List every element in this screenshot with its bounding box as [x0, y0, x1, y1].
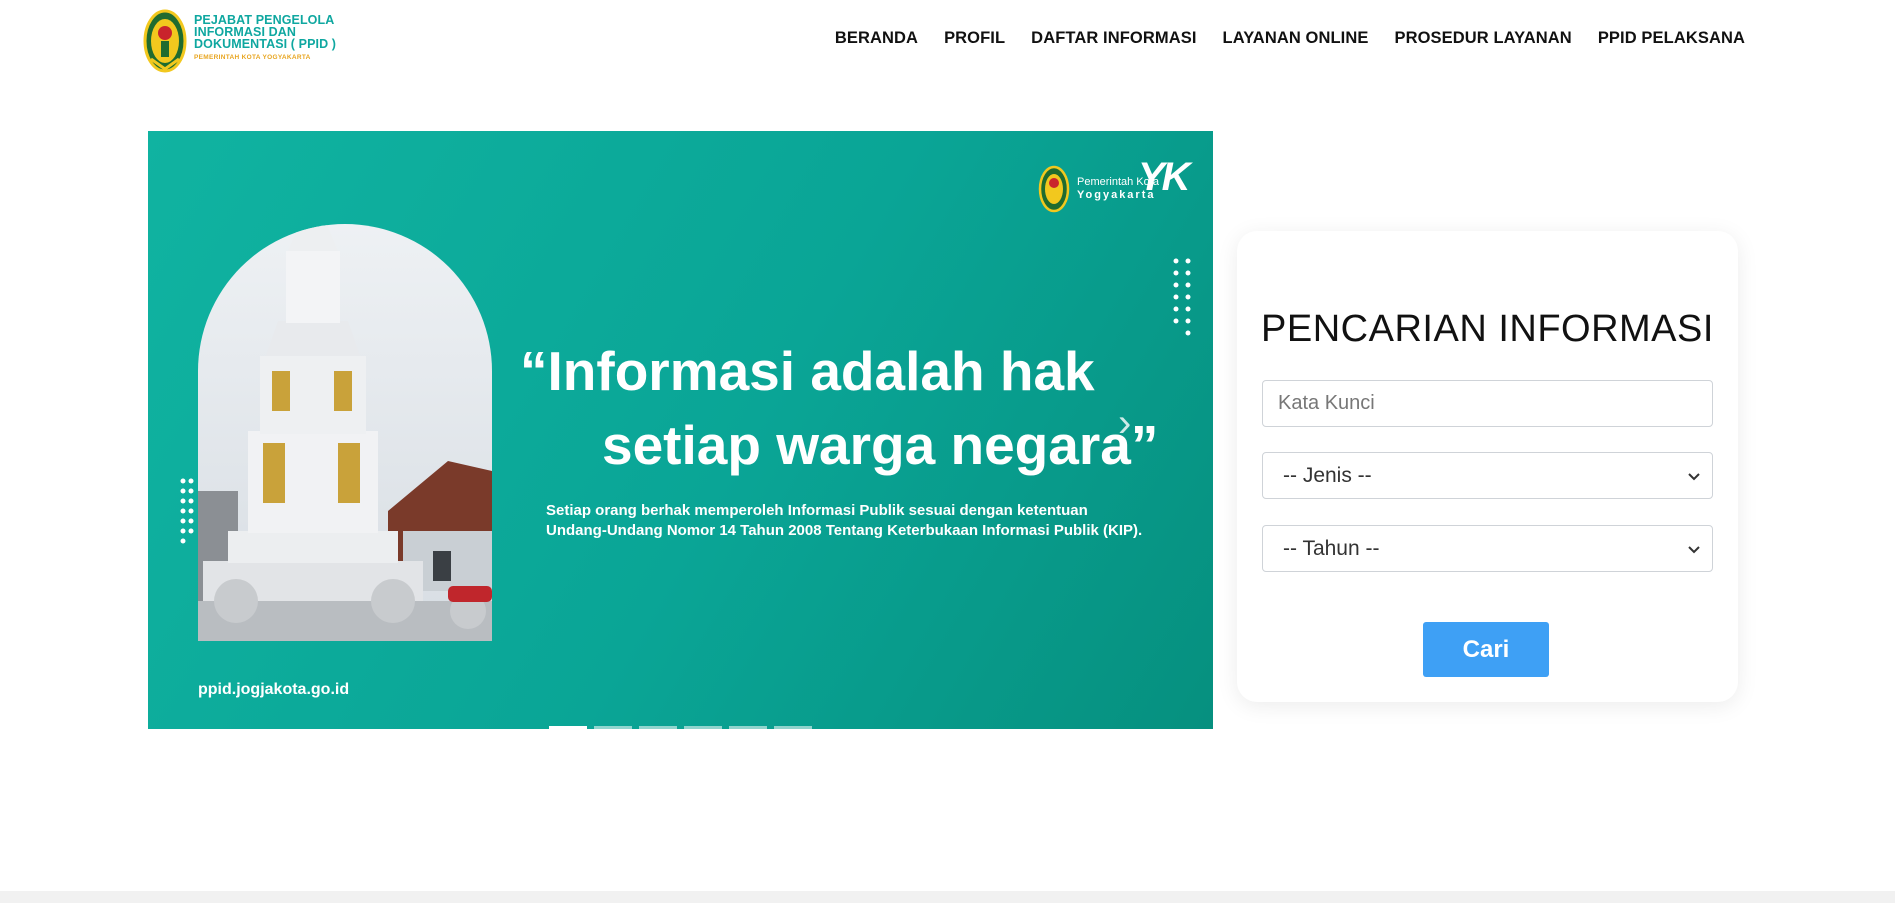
slider-indicator-4[interactable]: [684, 726, 722, 729]
slide-body-line1: Setiap orang berhak memperoleh Informasi…: [546, 502, 1088, 519]
keyword-field: [1262, 380, 1713, 427]
slider-indicator-3[interactable]: [639, 726, 677, 729]
tahun-select[interactable]: -- Tahun --: [1262, 525, 1713, 572]
slide-body-text: Setiap orang berhak memperoleh Informasi…: [546, 501, 1166, 541]
search-title: PENCARIAN INFORMASI: [1261, 308, 1714, 350]
chevron-right-icon[interactable]: ›: [1118, 401, 1131, 446]
slider-indicators: [549, 726, 819, 729]
keyword-input[interactable]: [1263, 381, 1712, 426]
tahun-select-value: -- Tahun --: [1283, 537, 1380, 560]
chevron-down-icon: [1688, 546, 1700, 554]
nav-item-beranda[interactable]: BERANDA: [835, 29, 918, 48]
nav-item-prosedur-layanan[interactable]: PROSEDUR LAYANAN: [1394, 29, 1571, 48]
brand-title: PEJABAT PENGELOLA INFORMASI DAN DOKUMENT…: [194, 13, 337, 51]
slide-quote: “Informasi adalah hak setiap warga negar…: [520, 334, 1160, 482]
site-header: PEJABAT PENGELOLA INFORMASI DAN DOKUMENT…: [0, 0, 1895, 80]
slide-yk-logo: YK: [1138, 155, 1191, 199]
slider-indicator-2[interactable]: [594, 726, 632, 729]
nav-item-daftar-informasi[interactable]: DAFTAR INFORMASI: [1031, 29, 1196, 48]
yogyakarta-emblem-icon: [143, 9, 187, 73]
brand-subtitle: PEMERINTAH KOTA YOGYAKARTA: [194, 54, 311, 61]
nav-item-ppid-pelaksana[interactable]: PPID PELAKSANA: [1598, 29, 1745, 48]
slide-url: ppid.jogjakota.go.id: [198, 681, 350, 698]
search-button[interactable]: Cari: [1423, 622, 1549, 677]
yogyakarta-emblem-icon: [1038, 165, 1070, 213]
jenis-select-value: -- Jenis --: [1283, 464, 1372, 487]
slide-body-line2: Undang-Undang Nomor 14 Tahun 2008 Tentan…: [546, 522, 1143, 539]
search-card: PENCARIAN INFORMASI -- Jenis -- -- Tahun…: [1237, 231, 1738, 702]
brand-logo-link[interactable]: PEJABAT PENGELOLA INFORMASI DAN DOKUMENT…: [143, 9, 354, 73]
slide-quote-line1: “Informasi adalah hak: [520, 340, 1095, 402]
jenis-select[interactable]: -- Jenis --: [1262, 452, 1713, 499]
main-nav: BERANDA PROFIL DAFTAR INFORMASI LAYANAN …: [809, 29, 1745, 48]
hero-slider[interactable]: Pemerintah Kota Yogyakarta YK “Informasi…: [148, 131, 1213, 729]
footer-strip: [0, 891, 1895, 903]
slider-indicator-6[interactable]: [774, 726, 812, 729]
nav-item-profil[interactable]: PROFIL: [944, 29, 1005, 48]
slider-indicator-5[interactable]: [729, 726, 767, 729]
chevron-down-icon: [1688, 473, 1700, 481]
slider-indicator-1[interactable]: [549, 726, 587, 729]
slide-quote-line2: setiap warga negara”: [602, 414, 1159, 476]
nav-item-layanan-online[interactable]: LAYANAN ONLINE: [1223, 29, 1369, 48]
